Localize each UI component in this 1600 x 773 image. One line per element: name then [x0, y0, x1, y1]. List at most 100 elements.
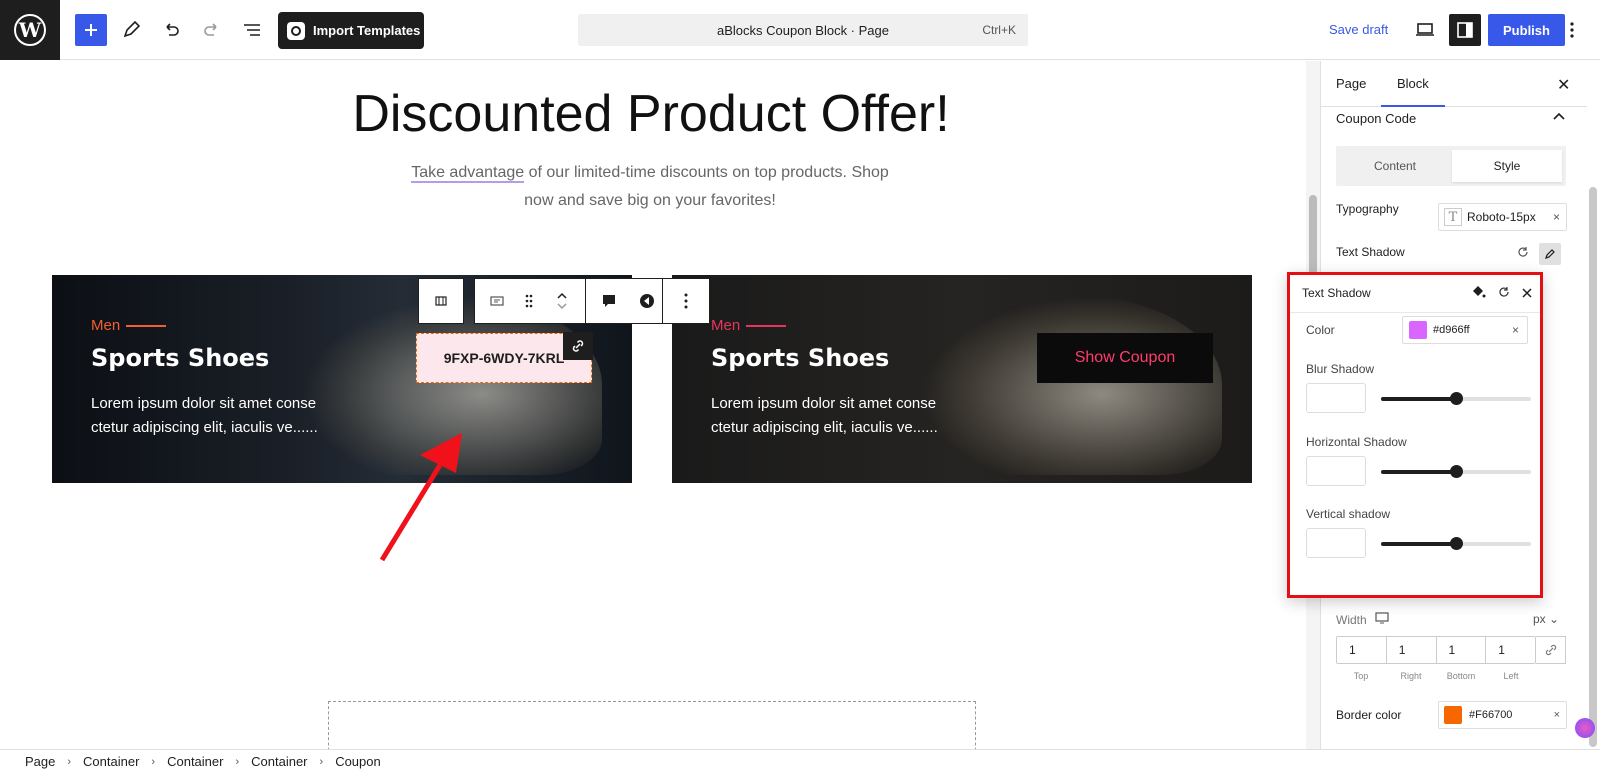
desktop-icon[interactable]	[1375, 612, 1389, 627]
block-actions-group	[586, 279, 663, 323]
paint-bucket-icon[interactable]	[1470, 283, 1486, 304]
border-color-field[interactable]: #F66700 ×	[1438, 701, 1567, 729]
label-left: Left	[1503, 671, 1519, 681]
section-title[interactable]: Coupon Code	[1336, 111, 1416, 126]
clear-icon[interactable]: ×	[1553, 210, 1560, 224]
add-block-button[interactable]	[75, 14, 107, 46]
slider-handle[interactable]	[1450, 465, 1463, 478]
pencil-icon[interactable]	[115, 14, 147, 46]
scrollbar-thumb[interactable]	[1589, 187, 1597, 747]
label-top: Top	[1353, 671, 1369, 681]
blur-shadow-input[interactable]	[1306, 383, 1366, 413]
tab-block[interactable]: Block	[1381, 76, 1445, 107]
blur-shadow-label: Blur Shadow	[1306, 362, 1375, 376]
content-style-toggle: Content Style	[1336, 146, 1566, 186]
text-shadow-popover: Text Shadow Color #d966ff × Blur Shadow …	[1287, 272, 1543, 598]
save-draft-button[interactable]: Save draft	[1329, 22, 1388, 37]
ai-assistant-icon[interactable]	[1575, 718, 1595, 738]
edit-icon[interactable]	[1539, 243, 1561, 265]
close-icon[interactable]	[1522, 285, 1532, 303]
chevron-up-icon[interactable]	[1553, 109, 1565, 123]
tab-page[interactable]: Page	[1336, 76, 1366, 91]
label-right: Right	[1400, 671, 1422, 681]
select-parent-icon[interactable]	[418, 278, 464, 324]
color-swatch	[1409, 321, 1427, 339]
border-color-value: #F66700	[1469, 709, 1513, 721]
scrollbar-thumb[interactable]	[1309, 195, 1317, 275]
clear-icon[interactable]: ×	[1512, 323, 1519, 337]
tab-content[interactable]: Content	[1340, 150, 1450, 182]
category-label: Men	[91, 317, 121, 334]
horizontal-shadow-label: Horizontal Shadow	[1306, 435, 1407, 449]
show-coupon-button[interactable]: Show Coupon	[1037, 333, 1213, 383]
border-width-right[interactable]: 1	[1387, 637, 1437, 663]
typography-field[interactable]: T Roboto-15px ×	[1438, 203, 1567, 231]
category-line	[126, 324, 167, 327]
link-icon[interactable]	[563, 332, 593, 360]
typography-label: Typography	[1336, 202, 1399, 216]
command-palette-bar[interactable]: aBlocks Coupon Block · Page Ctrl+K	[578, 14, 1028, 46]
comment-icon[interactable]	[586, 279, 632, 323]
unit-select[interactable]: px ⌄	[1533, 612, 1559, 626]
vertical-shadow-input[interactable]	[1306, 528, 1366, 558]
tab-style[interactable]: Style	[1452, 150, 1562, 182]
close-icon[interactable]: ✕	[1557, 75, 1570, 95]
card-category: Men	[91, 317, 167, 334]
shadow-color-field[interactable]: #d966ff ×	[1402, 316, 1528, 344]
breadcrumb-container[interactable]: Container	[83, 754, 139, 769]
breadcrumb-container[interactable]: Container	[251, 754, 307, 769]
document-overview-icon[interactable]	[236, 14, 268, 46]
border-color-label: Border color	[1336, 708, 1402, 722]
slider-fill	[1381, 542, 1456, 546]
sidebar-tabs: Page Block ✕	[1321, 61, 1587, 107]
drag-handle-icon[interactable]	[519, 279, 539, 323]
view-icon[interactable]	[1409, 14, 1441, 46]
link-icon[interactable]	[1536, 636, 1566, 664]
breadcrumb-coupon[interactable]: Coupon	[335, 754, 381, 769]
width-label: Width	[1336, 612, 1367, 627]
svg-text:W: W	[18, 18, 42, 42]
border-width-bottom[interactable]: 1	[1437, 637, 1487, 663]
reset-icon[interactable]	[1498, 285, 1510, 303]
undo-icon[interactable]	[155, 14, 187, 46]
navigator-icon[interactable]	[632, 279, 662, 323]
border-width-top[interactable]: 1	[1337, 637, 1387, 663]
settings-sidebar-icon[interactable]	[1449, 14, 1481, 46]
import-templates-button[interactable]: Import Templates	[278, 12, 424, 49]
breadcrumb-container[interactable]: Container	[167, 754, 223, 769]
vertical-shadow-label: Vertical shadow	[1306, 507, 1391, 521]
lead-text: of our limited-time discounts on top pro…	[524, 164, 889, 209]
publish-button[interactable]: Publish	[1488, 14, 1565, 46]
coupon-block-icon[interactable]	[475, 279, 519, 323]
clear-icon[interactable]: ×	[1554, 709, 1560, 721]
popover-header: Text Shadow	[1290, 275, 1540, 313]
text-shadow-label: Text Shadow	[1336, 245, 1405, 259]
wordpress-logo-icon[interactable]: W	[0, 0, 60, 60]
options-icon[interactable]	[1562, 14, 1582, 46]
card-description: Lorem ipsum dolor sit amet conse ctetur …	[711, 395, 938, 436]
blur-shadow-slider[interactable]	[1381, 392, 1531, 405]
empty-container-block[interactable]	[328, 701, 976, 749]
slider-handle[interactable]	[1450, 392, 1463, 405]
border-width-labels: Top Right Bottom Left	[1336, 671, 1536, 681]
more-options-group	[663, 279, 709, 323]
block-toolbar	[474, 278, 710, 324]
page-heading[interactable]: Discounted Product Offer!	[0, 84, 1302, 144]
reset-icon[interactable]	[1517, 245, 1529, 263]
horizontal-shadow-input[interactable]	[1306, 456, 1366, 486]
typography-value: Roboto-15px	[1467, 210, 1536, 224]
vertical-shadow-slider[interactable]	[1381, 537, 1531, 550]
redo-icon[interactable]	[196, 14, 228, 46]
move-up-down-icon[interactable]	[539, 279, 585, 323]
breadcrumb-page[interactable]: Page	[25, 754, 55, 769]
color-label: Color	[1306, 323, 1335, 337]
slider-handle[interactable]	[1450, 537, 1463, 550]
sidebar-scrollbar[interactable]	[1586, 61, 1600, 749]
shortcut-hint: Ctrl+K	[982, 23, 1016, 37]
more-options-icon[interactable]	[663, 279, 709, 323]
popover-title: Text Shadow	[1302, 286, 1371, 300]
lead-paragraph[interactable]: Take advantage of our limited-time disco…	[400, 159, 900, 215]
border-width-left[interactable]: 1	[1486, 637, 1535, 663]
horizontal-shadow-slider[interactable]	[1381, 465, 1531, 478]
editor-canvas: Discounted Product Offer! Take advantage…	[0, 61, 1306, 749]
